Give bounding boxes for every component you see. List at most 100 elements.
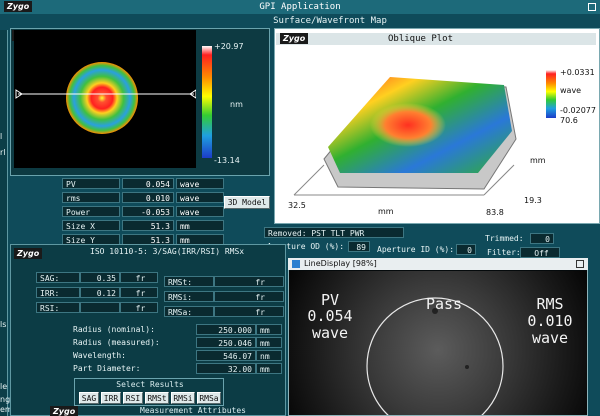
metric-row: Power -0.053 wave bbox=[62, 206, 226, 218]
surface-disc bbox=[66, 62, 138, 134]
close-icon[interactable] bbox=[576, 260, 584, 268]
sag-value: 0.35 bbox=[80, 272, 120, 283]
surface-colorbar bbox=[202, 46, 212, 158]
sag-header: ISO 10110-5: 3/SAG(IRR/RSI) RMSx bbox=[90, 247, 245, 256]
metric-label: Size X bbox=[62, 220, 120, 231]
rmsa-label: RMSa: bbox=[164, 306, 214, 317]
select-results-title: Select Results bbox=[116, 380, 184, 389]
param-unit: mm bbox=[256, 324, 282, 335]
x-axis-end: 83.8 bbox=[486, 208, 504, 217]
select-rmst-button[interactable]: RMSt bbox=[145, 392, 169, 404]
left-edge-panel bbox=[0, 30, 8, 416]
metric-label: Power bbox=[62, 206, 120, 217]
colorbar-min: -13.14 bbox=[214, 156, 240, 165]
colorbar-max: +20.97 bbox=[214, 42, 244, 51]
oblique-colorbar-min: -0.02077 bbox=[560, 106, 596, 115]
metric-unit: wave bbox=[176, 192, 224, 203]
window-title: GPI Application bbox=[259, 2, 341, 12]
rmst-label: RMSt: bbox=[164, 276, 214, 287]
rmsa-unit: fr bbox=[214, 306, 284, 317]
oblique-colorbar-max: +0.0331 bbox=[560, 68, 595, 77]
select-results-group: Select Results SAG IRR RSI RMSt RMSi RMS… bbox=[74, 378, 224, 406]
window-icon bbox=[292, 260, 300, 268]
oblique-colorbar-unit: wave bbox=[560, 86, 582, 95]
zygo-logo: Zygo bbox=[4, 1, 33, 12]
metric-label: PV bbox=[62, 178, 120, 189]
zygo-logo: Zygo bbox=[280, 33, 309, 44]
select-rmsi-button[interactable]: RMSi bbox=[171, 392, 195, 404]
zygo-logo: Zygo bbox=[50, 406, 79, 416]
y-axis-value: 19.3 bbox=[524, 196, 542, 205]
param-value: 32.00 bbox=[196, 363, 256, 374]
rsi-label: RSI: bbox=[36, 302, 80, 313]
param-label: Radius (measured): bbox=[73, 338, 160, 347]
pv-unit: wave bbox=[311, 324, 349, 342]
colorbar-unit: nm bbox=[230, 100, 243, 109]
rms-value: 0.010 bbox=[527, 312, 573, 330]
sag-label: SAG: bbox=[36, 272, 80, 283]
rsi-unit: fr bbox=[120, 302, 158, 313]
metric-unit: wave bbox=[176, 206, 224, 217]
metric-row: Size X 51.3 mm bbox=[62, 220, 226, 232]
irr-label: IRR: bbox=[36, 287, 80, 298]
select-rmsa-button[interactable]: RMSa bbox=[197, 392, 221, 404]
param-label: Wavelength: bbox=[73, 351, 126, 360]
metric-value: 0.010 bbox=[122, 192, 174, 203]
pass-status: Pass bbox=[425, 295, 463, 313]
irr-value: 0.12 bbox=[80, 287, 120, 298]
aperture-id-value: 0 bbox=[456, 244, 476, 255]
edge-label: l bbox=[0, 132, 3, 141]
filter-label: Filter: bbox=[487, 248, 520, 257]
surface-map-graphic bbox=[15, 62, 197, 134]
metric-row: PV 0.054 wave bbox=[62, 178, 226, 190]
line-display-header: LineDisplay [98%] bbox=[288, 258, 588, 270]
rmsi-unit: fr bbox=[214, 291, 284, 302]
param-unit: mm bbox=[256, 363, 282, 374]
sag-unit: fr bbox=[120, 272, 158, 283]
edge-label: rl bbox=[0, 148, 6, 157]
oblique-plot-area[interactable] bbox=[278, 47, 542, 221]
param-value: 546.07 bbox=[196, 350, 256, 361]
trimmed-value: 0 bbox=[530, 233, 554, 244]
x-axis-start: 32.5 bbox=[288, 201, 306, 210]
metric-value: 0.054 bbox=[122, 178, 174, 189]
line-display-title: LineDisplay [98%] bbox=[304, 259, 377, 268]
rsi-value bbox=[80, 302, 120, 313]
y-axis-label: mm bbox=[530, 156, 546, 165]
select-rsi-button[interactable]: RSI bbox=[123, 392, 143, 404]
select-irr-button[interactable]: IRR bbox=[101, 392, 121, 404]
zygo-logo: Zygo bbox=[14, 248, 43, 259]
maximize-icon[interactable] bbox=[588, 3, 596, 11]
param-unit: nm bbox=[256, 350, 282, 361]
trimmed-label: Trimmed: bbox=[485, 234, 524, 243]
map-subtitle: Surface/Wavefront Map bbox=[273, 16, 387, 26]
rms-unit: wave bbox=[531, 329, 569, 347]
3d-model-button[interactable]: 3D Model bbox=[224, 196, 270, 209]
aperture-od-value: 89 bbox=[348, 241, 370, 252]
oblique-colorbar bbox=[546, 70, 556, 118]
irr-unit: fr bbox=[120, 287, 158, 298]
param-value: 250.000 bbox=[196, 324, 256, 335]
pv-value: 0.054 bbox=[307, 307, 353, 325]
oblique-3d-graphic bbox=[293, 77, 517, 196]
geometry-params: Radius (nominal): 250.000 mm Radius (mea… bbox=[70, 324, 282, 376]
select-sag-button[interactable]: SAG bbox=[79, 392, 99, 404]
metric-value: 51.3 bbox=[122, 220, 174, 231]
z-tick-label: 70.6 bbox=[560, 116, 578, 125]
surface-map-plot[interactable] bbox=[14, 30, 197, 168]
edge-label: ls bbox=[0, 320, 7, 329]
edge-label: le bbox=[0, 382, 8, 391]
rms-label: RMS bbox=[536, 295, 564, 313]
param-label: Radius (nominal): bbox=[73, 325, 155, 334]
rmst-unit: fr bbox=[214, 276, 284, 287]
param-unit: mm bbox=[256, 337, 282, 348]
rmsi-label: RMSi: bbox=[164, 291, 214, 302]
metric-label: rms bbox=[62, 192, 120, 203]
x-axis-label: mm bbox=[378, 207, 394, 216]
metric-row: rms 0.010 wave bbox=[62, 192, 226, 204]
param-label: Part Diameter: bbox=[73, 364, 141, 373]
aperture-id-label: Aperture ID (%): bbox=[377, 245, 455, 254]
filter-value[interactable]: Off bbox=[520, 247, 560, 258]
metric-unit: wave bbox=[176, 178, 224, 189]
metric-value: -0.053 bbox=[122, 206, 174, 217]
